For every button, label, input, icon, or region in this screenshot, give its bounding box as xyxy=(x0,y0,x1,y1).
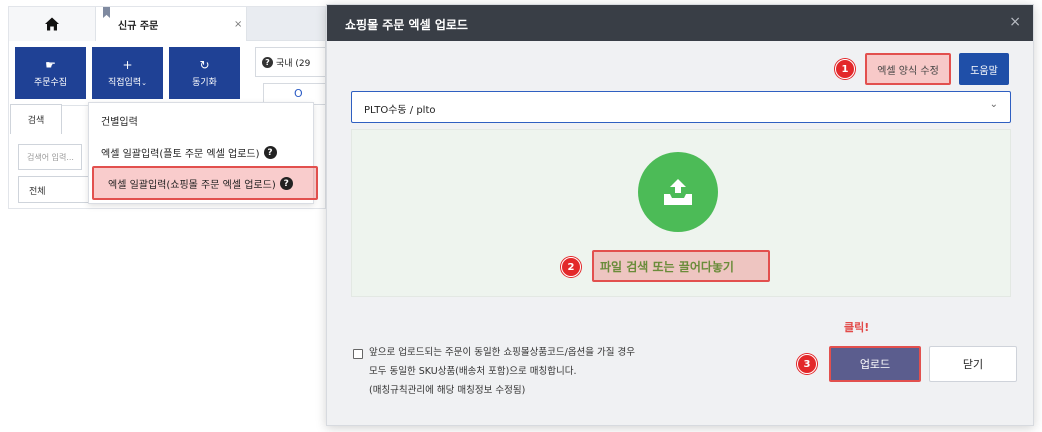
chevron-down-icon: ⌄ xyxy=(989,99,998,110)
click-annotation: 클릭! xyxy=(844,321,870,334)
step-badge-3: 3 xyxy=(797,354,817,374)
menu-item-single-input[interactable]: 건별입력 xyxy=(101,113,138,128)
help-button[interactable]: 도움말 xyxy=(959,53,1009,85)
upload-icon[interactable] xyxy=(638,152,718,232)
screenshot-root: 신규 주문 × ☛ 주문수집 + 직접입력⌄ ↻ 동기화 ? 국내 (29 O … xyxy=(0,0,1042,432)
menu-item-label: 건별입력 xyxy=(101,117,138,128)
bookmark-icon xyxy=(103,7,110,18)
direct-input-label: 직접입력⌄ xyxy=(108,75,147,88)
search-icon: O xyxy=(294,87,303,100)
modal-header: 쇼핑몰 주문 엑셀 업로드 × xyxy=(327,5,1033,41)
menu-item-excel-plto[interactable]: 엑셀 일괄입력(플토 주문 엑셀 업로드) ? xyxy=(101,145,277,160)
description-line: 앞으로 업로드되는 주문이 동일한 쇼핑몰상품코드/옵션을 가질 경우 xyxy=(369,347,636,358)
dropzone-text: 파일 검색 또는 끌어다놓기 xyxy=(600,260,734,274)
collect-icon: ☛ xyxy=(45,57,56,72)
refresh-icon: ↻ xyxy=(199,57,210,72)
domestic-label: 국내 (29 xyxy=(276,58,311,69)
close-button[interactable]: 닫기 xyxy=(929,346,1017,382)
upload-tray-icon xyxy=(664,179,692,205)
sync-button[interactable]: ↻ 동기화 xyxy=(169,47,240,99)
description-line: (매칭규칙관리에 해당 매칭정보 수정됨) xyxy=(369,385,526,396)
step-badge-1: 1 xyxy=(835,59,855,79)
tab-bar: 신규 주문 × xyxy=(9,7,325,41)
tab-new-order[interactable]: 신규 주문 × xyxy=(95,7,247,41)
question-icon: ? xyxy=(262,56,273,68)
modal-title: 쇼핑몰 주문 엑셀 업로드 xyxy=(345,18,468,32)
sync-label: 동기화 xyxy=(192,77,217,88)
help-icon[interactable]: ? xyxy=(279,177,293,190)
close-icon[interactable]: × xyxy=(1009,14,1021,30)
plus-icon: + xyxy=(122,57,133,72)
search-input[interactable]: 검색어 입력... xyxy=(18,144,82,170)
direct-input-text: 직접입력 xyxy=(108,77,142,88)
edit-excel-format-button[interactable]: 엑셀 양식 수정 xyxy=(865,53,951,85)
menu-item-excel-shoppingmall[interactable]: 엑셀 일괄입력(쇼핑몰 주문 엑셀 업로드) ? xyxy=(108,176,293,191)
collect-orders-label: 주문수집 xyxy=(33,77,68,88)
direct-input-button[interactable]: + 직접입력⌄ xyxy=(92,47,163,99)
chevron-down-icon: ⌄ xyxy=(141,78,147,87)
tab-new-order-label: 신규 주문 xyxy=(118,21,159,32)
matching-rule-description: 앞으로 업로드되는 주문이 동일한 쇼핑몰상품코드/옵션을 가질 경우 모두 동… xyxy=(369,343,635,400)
file-dropzone[interactable]: 파일 검색 또는 끌어다놓기 xyxy=(351,129,1011,297)
step-badge-2: 2 xyxy=(561,257,581,277)
help-icon[interactable]: ? xyxy=(263,146,277,159)
matching-rule-checkbox[interactable] xyxy=(353,349,363,359)
menu-item-label: 엑셀 일괄입력(쇼핑몰 주문 엑셀 업로드) xyxy=(108,180,276,191)
home-icon xyxy=(45,17,59,31)
tab-close-icon[interactable]: × xyxy=(234,19,242,30)
upload-button[interactable]: 업로드 xyxy=(829,346,921,382)
shop-account-value: PLTO수동 / plto xyxy=(364,105,436,116)
tab-home[interactable] xyxy=(9,7,95,41)
shop-account-select[interactable]: PLTO수동 / plto ⌄ xyxy=(351,91,1011,123)
menu-item-label: 엑셀 일괄입력(플토 주문 엑셀 업로드) xyxy=(101,149,260,160)
description-line: 모두 동일한 SKU상품(배송처 포함)으로 매칭합니다. xyxy=(369,366,577,377)
tab-search[interactable]: 검색 xyxy=(10,104,62,134)
excel-upload-modal: 쇼핑몰 주문 엑셀 업로드 × 1 엑셀 양식 수정 도움말 PLTO수동 / … xyxy=(326,4,1034,426)
collect-orders-button[interactable]: ☛ 주문수집 xyxy=(15,47,86,99)
domestic-filter[interactable]: ? 국내 (29 xyxy=(255,47,325,77)
